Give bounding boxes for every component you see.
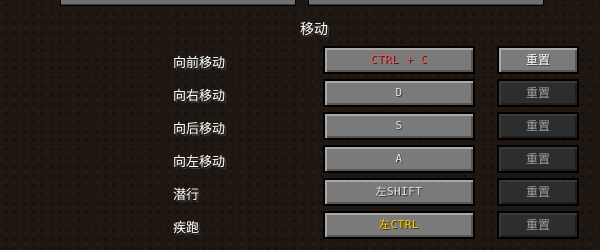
keybind-row-right: 向右移动 D 重置	[0, 79, 600, 109]
reset-button-sneak: 重置	[497, 178, 579, 206]
previous-row-button-right[interactable]	[308, 0, 544, 6]
action-label: 向后移动	[173, 122, 226, 137]
action-label: 疾跑	[173, 221, 200, 236]
reset-button-left: 重置	[497, 145, 579, 173]
category-title: 移动	[300, 22, 328, 38]
keybind-row-back: 向后移动 S 重置	[0, 112, 600, 142]
reset-button-back: 重置	[497, 112, 579, 140]
action-label: 向右移动	[173, 89, 226, 104]
keybind-row-sneak: 潜行 左SHIFT 重置	[0, 178, 600, 208]
key-button-forward[interactable]: CTRL + C	[323, 46, 475, 74]
key-main: CTRL	[390, 218, 419, 231]
key-button-left[interactable]: A	[323, 145, 475, 173]
key-main: SHIFT	[386, 185, 423, 198]
key-button-sprint[interactable]: 左CTRL	[323, 211, 475, 239]
keybind-row-forward: 向前移动 CTRL + C 重置	[0, 46, 600, 76]
keybind-row-left: 向左移动 A 重置	[0, 145, 600, 175]
action-label: 向前移动	[173, 56, 226, 71]
reset-button-sprint: 重置	[497, 211, 579, 239]
key-prefix: 左	[379, 218, 391, 231]
previous-row-button-left[interactable]	[60, 0, 296, 6]
key-button-right[interactable]: D	[323, 79, 475, 107]
action-label: 向左移动	[173, 155, 226, 170]
reset-button-forward[interactable]: 重置	[497, 46, 579, 74]
action-label: 潜行	[173, 188, 200, 203]
keybind-row-sprint: 疾跑 左CTRL 重置	[0, 211, 600, 241]
key-prefix: 左	[375, 185, 387, 198]
key-button-back[interactable]: S	[323, 112, 475, 140]
reset-button-right: 重置	[497, 79, 579, 107]
key-button-sneak[interactable]: 左SHIFT	[323, 178, 475, 206]
